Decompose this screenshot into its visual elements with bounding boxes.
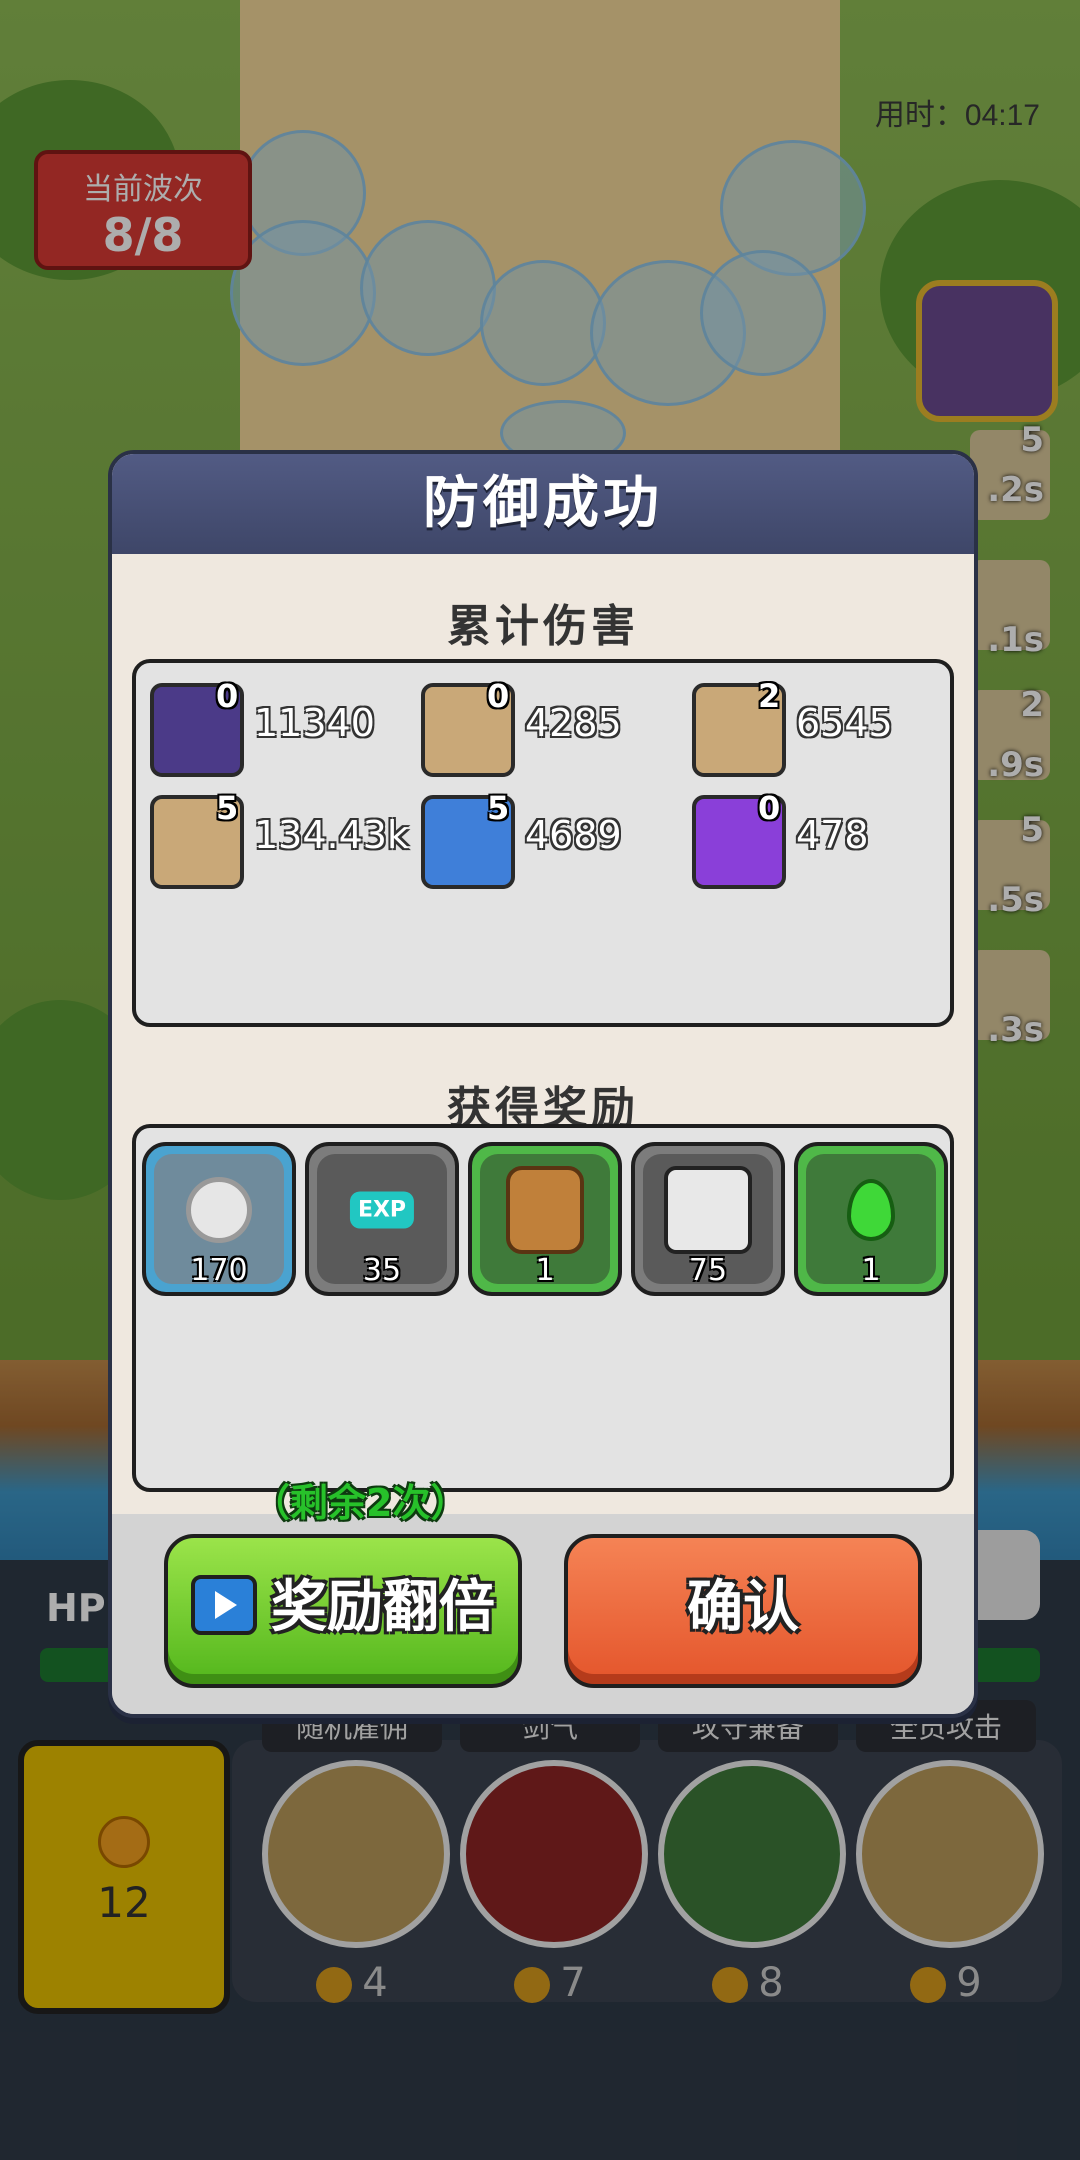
reward-list: 170 EXP 35 1 75 1 — [132, 1124, 954, 1492]
damage-value: 478 — [796, 813, 869, 857]
damage-value: 4689 — [525, 813, 622, 857]
double-reward-button[interactable]: 奖励翻倍 — [164, 1534, 522, 1688]
damage-entry: 5 134.43k — [150, 789, 410, 889]
damage-value: 11340 — [254, 701, 375, 745]
reward-qty: 75 — [688, 1253, 728, 1288]
remaining-count: （剩余2次） — [252, 1481, 469, 1525]
star-level: 5 — [487, 789, 510, 827]
reward-qty: 1 — [861, 1253, 881, 1288]
damage-value: 4285 — [525, 701, 622, 745]
knight-fragment-icon — [664, 1166, 752, 1255]
star-level: 0 — [216, 677, 239, 715]
reward-qty: 1 — [535, 1253, 555, 1288]
damage-value: 6545 — [796, 701, 893, 745]
armor-icon — [506, 1166, 584, 1255]
damage-entry: 5 4689 — [421, 789, 681, 889]
dialog-title: 防御成功 — [112, 454, 974, 554]
reward-item[interactable]: 1 — [468, 1142, 622, 1296]
damage-list: 0 11340 0 4285 2 6545 5 134.43k 5 4689 0… — [132, 659, 954, 1027]
damage-entry: 0 4285 — [421, 677, 681, 777]
exp-icon: EXP — [349, 1191, 415, 1229]
damage-section-title: 累计伤害 — [447, 601, 639, 652]
reward-qty: 35 — [362, 1253, 402, 1288]
video-play-icon — [191, 1574, 257, 1635]
reward-item[interactable]: 1 — [794, 1142, 948, 1296]
reward-item[interactable]: 75 — [631, 1142, 785, 1296]
damage-entry: 0 478 — [692, 789, 952, 889]
reward-item[interactable]: EXP 35 — [305, 1142, 459, 1296]
star-coin-icon — [186, 1177, 252, 1244]
star-level: 5 — [216, 789, 239, 827]
damage-value: 134.43k — [254, 813, 409, 857]
damage-entry: 0 11340 — [150, 677, 410, 777]
defense-success-dialog: 防御成功 累计伤害 0 11340 0 4285 2 6545 5 134.43… — [108, 450, 978, 1718]
star-level: 0 — [758, 789, 781, 827]
confirm-button[interactable]: 确认 — [564, 1534, 922, 1688]
confirm-label: 确认 — [687, 1575, 799, 1640]
star-level: 0 — [487, 677, 510, 715]
double-reward-label: 奖励翻倍 — [271, 1575, 495, 1640]
reward-item[interactable]: 170 — [142, 1142, 296, 1296]
damage-entry: 2 6545 — [692, 677, 952, 777]
reward-qty: 170 — [190, 1253, 248, 1288]
star-level: 2 — [758, 677, 781, 715]
